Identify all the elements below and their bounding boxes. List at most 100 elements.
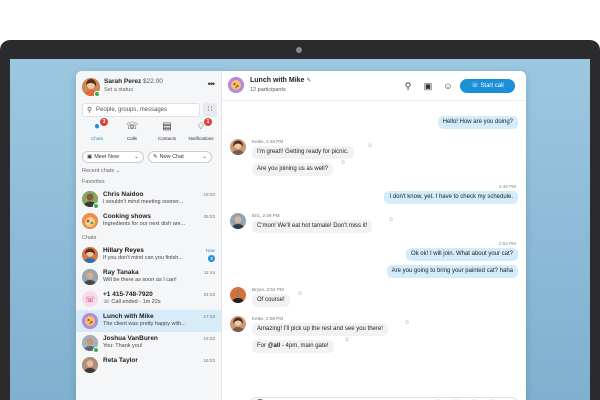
- chat-preview: The client was pretty happy with...: [103, 321, 186, 327]
- avatar-keiko: [230, 139, 246, 155]
- add-reaction-icon[interactable]: ☺: [340, 160, 346, 166]
- chat-time: Now: [205, 248, 215, 253]
- call-ended-text: Call ended - 1m 22s: [111, 299, 161, 305]
- conversation-title[interactable]: Lunch with Mike ✎: [250, 77, 311, 84]
- chat-name: Ray Tanaka: [103, 269, 139, 276]
- more-options-icon[interactable]: •••: [208, 79, 216, 89]
- chats-heading: Chats: [82, 235, 97, 241]
- message-incoming[interactable]: I'm great!! Getting ready for picnic.: [252, 146, 354, 159]
- mention-all[interactable]: @all: [268, 343, 281, 349]
- tab-calls-label: Calls: [126, 136, 138, 141]
- chat-preview: If you don't mind can you finish...: [103, 255, 183, 261]
- call-icon: ☏: [471, 83, 479, 89]
- message-incoming[interactable]: Amazing! I'll pick up the rest and see y…: [252, 323, 388, 336]
- avatar: [82, 313, 98, 329]
- search-box[interactable]: ⚲ People, groups, messages: [82, 103, 200, 117]
- chevron-down-icon: ⌄: [201, 154, 207, 160]
- message-meta: Keiko, 2:58 PM: [252, 316, 284, 321]
- search-placeholder: People, groups, messages: [96, 107, 168, 113]
- add-reaction-icon[interactable]: ☺: [388, 217, 394, 223]
- chat-item-reta-taylor[interactable]: Reta Taylor 16:03: [76, 354, 221, 376]
- chat-item-hillary-reyes[interactable]: Hillary Reyes If you don't mind can you …: [76, 244, 221, 266]
- tab-notifications-label: Notifications: [188, 136, 214, 141]
- desktop-screen: Sarah Perez $22.00 Set a status ••• ⚲ Pe…: [10, 59, 590, 400]
- chat-item-cooking-shows[interactable]: Cooking shows Ingredients for our next d…: [76, 210, 221, 232]
- search-icon[interactable]: ⚲: [402, 80, 414, 92]
- new-chat-button[interactable]: ✎ New Chat ⌄: [148, 151, 212, 163]
- chat-item-ray-tanaka[interactable]: Ray Tanaka Will be there as soon as I ca…: [76, 266, 221, 288]
- favorites-heading: Favorites: [82, 179, 105, 185]
- profile-name: Sarah Perez $22.00: [104, 78, 163, 85]
- chat-name: Chris Naidoo: [103, 191, 144, 198]
- avatar: ☏: [82, 291, 98, 307]
- nav-bar: ● 3 Chats ☏ Calls ▤ Contacts ♢ 1 Notificat…: [82, 118, 216, 147]
- tab-calls[interactable]: ☏ Calls: [117, 121, 147, 147]
- message-incoming[interactable]: Are you joining us as well?: [252, 163, 334, 176]
- add-reaction-icon[interactable]: ☺: [367, 143, 373, 149]
- add-people-icon[interactable]: ☺: [442, 80, 454, 92]
- chats-badge: 3: [100, 118, 108, 126]
- contacts-icon: ▤: [162, 121, 172, 132]
- chat-item-joshua-vanburen[interactable]: Joshua VanBuren You: Thank you! 16:03: [76, 332, 221, 354]
- svg-text:☏: ☏: [85, 295, 95, 304]
- chat-preview: You: Thank you!: [103, 343, 143, 349]
- message-incoming[interactable]: C'mon! We'll eat hot tamale! Don't miss …: [252, 220, 373, 233]
- group-avatar[interactable]: [228, 77, 244, 93]
- avatar-keiko: [230, 316, 246, 332]
- message-outgoing[interactable]: I don't know, yet. I have to check my sc…: [384, 191, 518, 204]
- tab-contacts[interactable]: ▤ Contacts: [152, 121, 182, 147]
- unread-count-badge: 3: [208, 255, 215, 262]
- add-reaction-icon[interactable]: ☺: [344, 337, 350, 343]
- message-timestamp: 2:53 PM: [498, 241, 516, 246]
- message-outgoing[interactable]: Ok ok! I will join. What about your cat?: [405, 248, 518, 261]
- new-chat-label: New Chat: [159, 154, 184, 160]
- edit-icon[interactable]: ✎: [306, 78, 311, 84]
- gallery-icon[interactable]: ▣: [422, 80, 434, 92]
- dialpad-icon[interactable]: ∷: [203, 103, 217, 117]
- tab-chats[interactable]: ● 3 Chats: [82, 118, 112, 147]
- chevron-down-icon: ⌄: [133, 154, 139, 160]
- chat-time: 16:03: [203, 336, 216, 341]
- tab-chats-label: Chats: [90, 136, 103, 141]
- chat-icon: ● 3: [91, 118, 108, 133]
- tab-contacts-label: Contacts: [157, 136, 177, 141]
- meet-now-label: Meet Now: [94, 154, 119, 160]
- message-meta: Bryan, 2:54 PM: [252, 287, 284, 292]
- chat-time: 17:03: [203, 314, 216, 319]
- status-message[interactable]: Set a status: [104, 87, 133, 93]
- laptop-frame: Sarah Perez $22.00 Set a status ••• ⚲ Pe…: [0, 40, 600, 400]
- chat-name: Hillary Reyes: [103, 247, 144, 254]
- avatar: [82, 357, 98, 373]
- add-reaction-icon[interactable]: ☺: [297, 291, 303, 297]
- participants-count[interactable]: 12 participants: [250, 87, 286, 93]
- message-meta: Eric, 2:49 PM: [252, 213, 280, 218]
- message-text: - 4pm, main gate!: [280, 343, 329, 349]
- message-meta: Keiko, 2:48 PM: [252, 139, 284, 144]
- start-call-button[interactable]: ☏ Start call: [460, 79, 515, 93]
- message-timestamp: 2:49 PM: [498, 184, 516, 189]
- profile-header[interactable]: Sarah Perez $22.00 Set a status •••: [82, 77, 216, 99]
- message-outgoing[interactable]: Hello! How are you doing?: [437, 116, 518, 129]
- chat-item-chris-naidoo[interactable]: Chris Naidoo I wouldn't mind meeting soo…: [76, 188, 221, 210]
- recent-chats-dropdown[interactable]: Recent chats ⌄: [82, 168, 120, 174]
- profile-name-text: Sarah Perez: [104, 78, 142, 85]
- conversation-title-text: Lunch with Mike: [250, 77, 305, 84]
- search-icon: ⚲: [87, 107, 93, 114]
- compose-icon: ✎: [153, 154, 158, 160]
- message-incoming[interactable]: For @all - 4pm, main gate!: [252, 340, 334, 353]
- online-status-dot: [93, 203, 99, 209]
- chat-item-phone-number[interactable]: ☏ +1 415-748-7920 ☏ Call ended - 1m 22s …: [76, 288, 221, 310]
- start-call-label: Start call: [480, 83, 504, 89]
- add-reaction-icon[interactable]: ☺: [404, 320, 410, 326]
- online-status-dot: [93, 347, 99, 353]
- message-incoming[interactable]: Of course!: [252, 294, 290, 307]
- message-outgoing[interactable]: Are you going to bring your painted cat?…: [386, 265, 518, 278]
- chat-item-lunch-with-mike[interactable]: Lunch with Mike The client was pretty ha…: [76, 310, 221, 332]
- skype-window: Sarah Perez $22.00 Set a status ••• ⚲ Pe…: [76, 71, 526, 400]
- meet-now-button[interactable]: ▣ Meet Now ⌄: [82, 151, 144, 163]
- recent-chats-label: Recent chats: [82, 168, 115, 174]
- tab-notifications[interactable]: ♢ 1 Notifications: [186, 118, 216, 147]
- avatar: [82, 247, 98, 263]
- chat-time: 24:03: [203, 292, 216, 297]
- chat-preview: I wouldn't mind meeting sooner...: [103, 199, 184, 205]
